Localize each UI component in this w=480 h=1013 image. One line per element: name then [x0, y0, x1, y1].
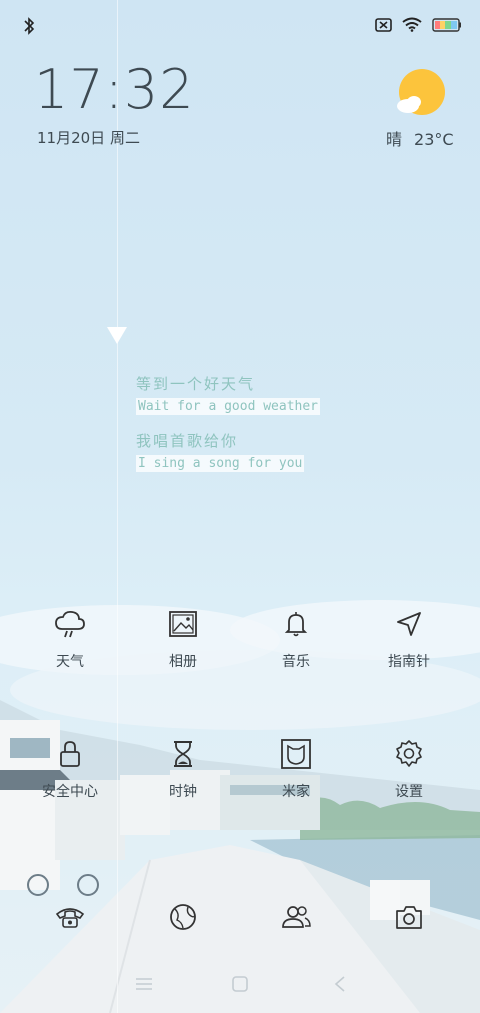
app-settings[interactable]: 设置 — [354, 737, 464, 827]
phone-icon — [55, 908, 85, 928]
app-compass[interactable]: 指南针 — [354, 607, 464, 697]
home-icon[interactable] — [229, 975, 251, 993]
back-icon[interactable] — [329, 975, 351, 993]
lock-icon — [60, 741, 80, 767]
menu-icon[interactable] — [133, 975, 155, 993]
clock-date: 11月20日 周二 — [37, 129, 140, 147]
down-arrow-icon — [107, 327, 127, 344]
hourglass-icon — [174, 741, 192, 767]
mijia-icon — [281, 739, 311, 769]
weather-condition: 晴 — [386, 130, 403, 149]
battery-icon — [432, 17, 461, 32]
app-label: 天气 — [56, 654, 84, 670]
bell-icon — [284, 612, 308, 637]
sun-cloud-icon[interactable] — [394, 68, 446, 120]
photo-icon — [169, 611, 197, 637]
gear-icon — [396, 740, 422, 767]
bluetooth-icon — [24, 17, 35, 35]
app-label: 安全中心 — [42, 784, 98, 800]
clock-time[interactable]: 17:32 — [34, 58, 195, 121]
contacts-icon — [282, 906, 311, 928]
dock-browser[interactable] — [128, 900, 238, 940]
lyric-cn: 等到一个好天气 — [136, 375, 256, 393]
globe-icon — [170, 904, 196, 930]
navigation-bar — [0, 965, 480, 1005]
app-label: 时钟 — [169, 784, 197, 800]
app-security[interactable]: 安全中心 — [15, 737, 125, 827]
cloud-rain-icon — [55, 610, 85, 638]
app-weather[interactable]: 天气 — [15, 607, 125, 697]
lyric-block: 等到一个好天气 Wait for a good weather — [136, 373, 321, 415]
dock-contacts[interactable] — [241, 900, 351, 940]
app-gallery[interactable]: 相册 — [128, 607, 238, 697]
app-clock[interactable]: 时钟 — [128, 737, 238, 827]
lyric-cn: 我唱首歌给你 — [136, 432, 239, 450]
app-music[interactable]: 音乐 — [241, 607, 351, 697]
app-label: 指南针 — [388, 654, 430, 670]
app-label: 米家 — [282, 784, 310, 800]
status-bar — [0, 0, 480, 50]
app-label: 音乐 — [282, 654, 310, 670]
app-label: 设置 — [395, 784, 423, 800]
camera-icon — [396, 906, 422, 929]
wallpaper — [0, 600, 480, 1013]
lyric-en: I sing a song for you — [136, 455, 305, 472]
weather-info[interactable]: 晴 23°C — [386, 126, 466, 150]
app-label: 相册 — [169, 654, 197, 670]
wifi-icon — [402, 17, 422, 32]
lyric-en: Wait for a good weather — [136, 398, 321, 415]
no-sim-icon — [375, 17, 392, 32]
app-mijia[interactable]: 米家 — [241, 737, 351, 827]
dock-phone[interactable] — [15, 900, 125, 940]
compass-arrow-icon — [397, 612, 421, 636]
lyric-block: 我唱首歌给你 I sing a song for you — [136, 430, 305, 472]
decorative-line — [117, 0, 118, 1013]
weather-temperature: 23°C — [414, 130, 454, 149]
dock-camera[interactable] — [354, 900, 464, 940]
